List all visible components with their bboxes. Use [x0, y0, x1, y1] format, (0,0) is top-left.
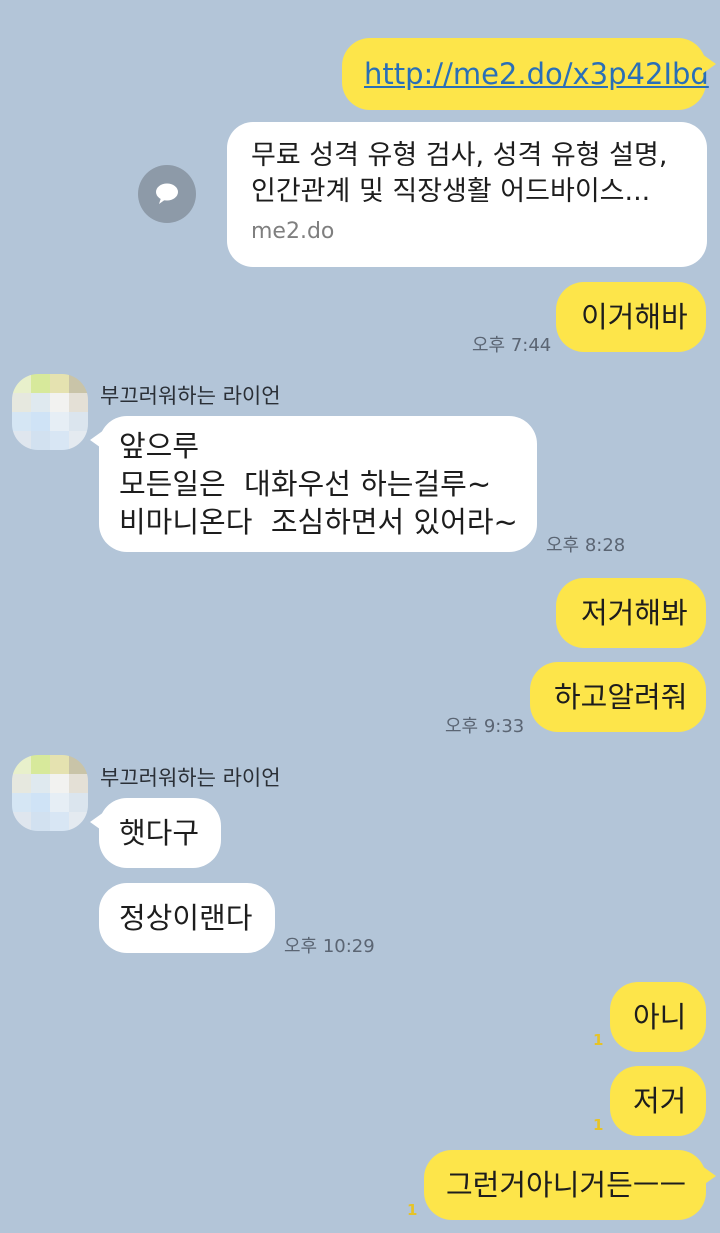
share-button[interactable]: [138, 165, 196, 223]
message-text: 이거해바: [581, 300, 688, 334]
bubble-tail: [702, 1166, 716, 1186]
message-bubble[interactable]: 정상이랜다: [99, 883, 275, 953]
link-url[interactable]: http://me2.do/x3p42Ibd: [364, 57, 709, 91]
message-text-line-2: 모든일은 대화우선 하는걸루~: [119, 467, 492, 501]
message-text: 저거해봐: [581, 596, 688, 630]
message-bubble[interactable]: 저거: [610, 1066, 706, 1136]
message-time: 오후 7:44: [472, 335, 552, 356]
message-time: 오후 8:28: [546, 535, 626, 556]
message-bubble[interactable]: 햇다구: [99, 798, 221, 868]
message-text: 그런거아니거든ㅡㅡ: [446, 1168, 687, 1202]
bubble-tail: [702, 54, 716, 74]
sender-name: 부끄러워하는 라이언: [100, 766, 281, 790]
message-bubble-link[interactable]: http://me2.do/x3p42Ibd: [342, 38, 709, 110]
message-text: 햇다구: [119, 816, 200, 850]
message-text: 정상이랜다: [119, 901, 253, 935]
link-preview-card[interactable]: 무료 성격 유형 검사, 성격 유형 설명, 인간관계 및 직장생활 어드바이스…: [227, 122, 707, 267]
message-text: 하고알려줘: [554, 680, 688, 714]
message-bubble[interactable]: 그런거아니거든ㅡㅡ: [424, 1150, 706, 1220]
message-time: 오후 9:33: [445, 716, 525, 737]
message-bubble[interactable]: 하고알려줘: [530, 662, 706, 732]
sender-name: 부끄러워하는 라이언: [100, 384, 281, 408]
message-text-line-3: 비마니온다 조심하면서 있어라~: [119, 505, 518, 539]
message-text-line-1: 앞으루: [119, 429, 200, 463]
preview-title-line-2: 인간관계 및 직장생활 어드바이스...: [251, 176, 651, 207]
avatar[interactable]: [12, 755, 88, 831]
message-bubble[interactable]: 이거해바: [556, 282, 706, 352]
message-time: 오후 10:29: [284, 936, 375, 957]
unread-count: 1: [593, 1116, 604, 1134]
preview-domain: me2.do: [251, 219, 335, 244]
message-bubble[interactable]: 아니: [610, 982, 706, 1052]
message-text: 저거: [633, 1084, 687, 1118]
share-speech-bubble-icon: [156, 183, 178, 204]
message-bubble[interactable]: 저거해봐: [556, 578, 706, 648]
message-text: 아니: [633, 1000, 687, 1034]
unread-count: 1: [593, 1031, 604, 1049]
unread-count: 1: [407, 1201, 418, 1219]
avatar[interactable]: [12, 374, 88, 450]
message-bubble[interactable]: 앞으루 모든일은 대화우선 하는걸루~ 비마니온다 조심하면서 있어라~: [99, 416, 537, 552]
preview-title-line-1: 무료 성격 유형 검사, 성격 유형 설명,: [251, 140, 668, 171]
